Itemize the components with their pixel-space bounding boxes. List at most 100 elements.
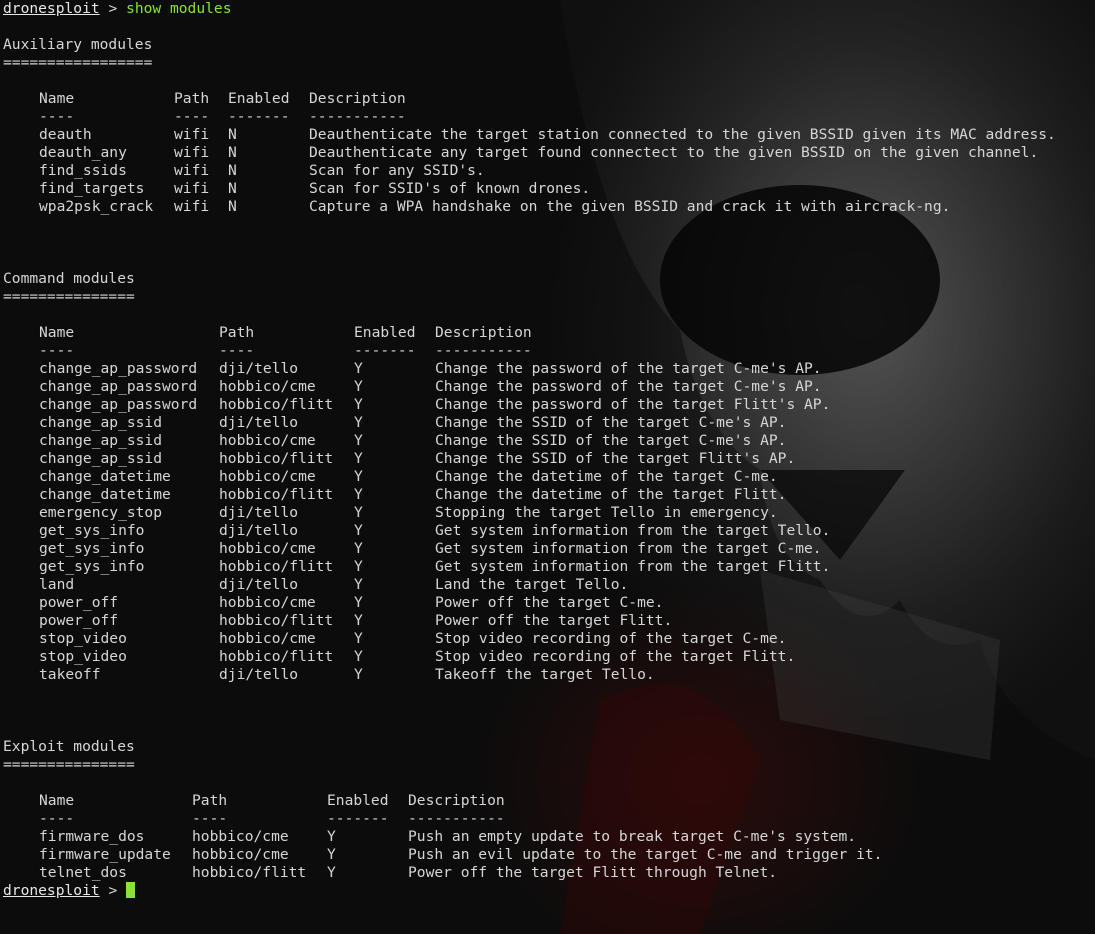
table-header: Name Path Enabled Description bbox=[3, 90, 1095, 108]
cell-description: Stop video recording of the target C-me. bbox=[435, 630, 787, 647]
cell-enabled: Y bbox=[327, 846, 336, 863]
cell-name: change_ap_password bbox=[39, 396, 198, 413]
cell-description: ----------- bbox=[435, 342, 532, 359]
cell-enabled: Y bbox=[354, 486, 363, 503]
table-header-rule: ---- ---- ------- ----------- bbox=[3, 810, 1095, 828]
cell-enabled: Y bbox=[354, 540, 363, 557]
prompt-name: dronesploit bbox=[3, 0, 100, 17]
cell-description: Description bbox=[309, 90, 406, 107]
cell-description: Get system information from the target T… bbox=[435, 522, 831, 539]
prompt-name: dronesploit bbox=[3, 882, 100, 899]
table-header: Name Path Enabled Description bbox=[3, 324, 1095, 342]
cell-name: firmware_update bbox=[39, 846, 171, 863]
table-row: firmware_dos hobbico/cme Y Push an empty up… bbox=[3, 828, 1095, 846]
table-header-rule: ---- ---- ------- ----------- bbox=[3, 108, 1095, 126]
table-row: land dji/tello Y Land the target Tello. bbox=[3, 576, 1095, 594]
cell-path: hobbico/flitt bbox=[219, 396, 334, 413]
cell-enabled: Y bbox=[354, 360, 363, 377]
cell-enabled: Y bbox=[354, 504, 363, 521]
cell-path: hobbico/flitt bbox=[219, 558, 334, 575]
cell-path: hobbico/flitt bbox=[192, 864, 307, 881]
cell-enabled: Y bbox=[327, 828, 336, 845]
cell-path: hobbico/flitt bbox=[219, 648, 334, 665]
cell-enabled: Y bbox=[354, 396, 363, 413]
table-row: telnet_dos hobbico/flitt Y Power off the ta… bbox=[3, 864, 1095, 882]
cell-enabled: Y bbox=[354, 648, 363, 665]
table-row: change_datetime hobbico/flitt Y Change the … bbox=[3, 486, 1095, 504]
cell-description: ----------- bbox=[309, 108, 406, 125]
cell-description: Stop video recording of the target Flitt… bbox=[435, 648, 796, 665]
cell-description: Takeoff the target Tello. bbox=[435, 666, 655, 683]
final-prompt-line[interactable]: dronesploit > bbox=[3, 882, 1095, 900]
section-underline: =============== bbox=[3, 756, 135, 773]
cell-description: Get system information from the target C… bbox=[435, 540, 822, 557]
section-underline: ================= bbox=[3, 54, 153, 71]
cell-enabled: Y bbox=[354, 576, 363, 593]
cell-description: Deauthenticate any target found connecte… bbox=[309, 144, 1039, 161]
table-row: power_off hobbico/flitt Y Power off the tar… bbox=[3, 612, 1095, 630]
cell-path: hobbico/cme bbox=[219, 432, 316, 449]
cell-enabled: N bbox=[228, 126, 237, 143]
cell-enabled: N bbox=[228, 144, 237, 161]
section-title: Exploit modules bbox=[3, 738, 135, 755]
table-row: change_ap_password hobbico/cme Y Change the… bbox=[3, 378, 1095, 396]
cell-path: Path bbox=[192, 792, 228, 809]
cell-name: firmware_dos bbox=[39, 828, 145, 845]
cell-name: wpa2psk_crack bbox=[39, 198, 154, 215]
cell-name: change_ap_password bbox=[39, 378, 198, 395]
cell-name: emergency_stop bbox=[39, 504, 163, 521]
cell-description: Power off the target Flitt. bbox=[435, 612, 673, 629]
cell-path: dji/tello bbox=[219, 414, 299, 431]
cell-description: Scan for any SSID's. bbox=[309, 162, 485, 179]
cell-name: change_ap_ssid bbox=[39, 414, 163, 431]
cell-enabled: Y bbox=[354, 630, 363, 647]
table-row: change_ap_ssid hobbico/cme Y Change the SSI… bbox=[3, 432, 1095, 450]
cell-path: wifi bbox=[174, 162, 210, 179]
section-title: Auxiliary modules bbox=[3, 36, 153, 53]
cell-description: Scan for SSID's of known drones. bbox=[309, 180, 591, 197]
module-sections: Auxiliary modules ================= Name Pa… bbox=[3, 36, 1095, 882]
cell-enabled: Y bbox=[354, 594, 363, 611]
terminal-window[interactable]: dronesploit > show modules Auxiliary mod… bbox=[0, 0, 1095, 934]
cell-enabled: Y bbox=[354, 666, 363, 683]
table-row: wpa2psk_crack wifi N Capture a WPA handshak… bbox=[3, 198, 1095, 216]
cell-description: Land the target Tello. bbox=[435, 576, 629, 593]
cell-description: Deauthenticate the target station connec… bbox=[309, 126, 1056, 143]
cell-path: dji/tello bbox=[219, 504, 299, 521]
cell-enabled: Enabled bbox=[327, 792, 389, 809]
cell-description: Change the SSID of the target C-me's AP. bbox=[435, 432, 787, 449]
cell-path: hobbico/cme bbox=[219, 630, 316, 647]
cell-enabled: Enabled bbox=[354, 324, 416, 341]
table-row: emergency_stop dji/tello Y Stopping the tar… bbox=[3, 504, 1095, 522]
table-header: Name Path Enabled Description bbox=[3, 792, 1095, 810]
cell-name: change_ap_ssid bbox=[39, 450, 163, 467]
table-row: stop_video hobbico/cme Y Stop video recordi… bbox=[3, 630, 1095, 648]
table-row: change_ap_password dji/tello Y Change the p… bbox=[3, 360, 1095, 378]
cell-path: hobbico/flitt bbox=[219, 612, 334, 629]
cell-path: wifi bbox=[174, 144, 210, 161]
table-row: power_off hobbico/cme Y Power off the targe… bbox=[3, 594, 1095, 612]
cell-name: land bbox=[39, 576, 75, 593]
table-row: get_sys_info hobbico/cme Y Get system infor… bbox=[3, 540, 1095, 558]
cell-description: Change the password of the target Flitt'… bbox=[435, 396, 831, 413]
cell-name: ---- bbox=[39, 108, 75, 125]
cell-enabled: Y bbox=[354, 432, 363, 449]
cell-description: Power off the target C-me. bbox=[435, 594, 664, 611]
table-row: get_sys_info hobbico/flitt Y Get system inf… bbox=[3, 558, 1095, 576]
cell-name: stop_video bbox=[39, 648, 127, 665]
text-cursor bbox=[126, 882, 136, 898]
cell-enabled: N bbox=[228, 180, 237, 197]
cell-path: dji/tello bbox=[219, 576, 299, 593]
cell-name: stop_video bbox=[39, 630, 127, 647]
cell-description: ----------- bbox=[408, 810, 505, 827]
cell-description: Change the SSID of the target C-me's AP. bbox=[435, 414, 787, 431]
cell-description: Change the password of the target C-me's… bbox=[435, 360, 822, 377]
cell-name: Name bbox=[39, 324, 75, 341]
entered-command: show modules bbox=[126, 0, 232, 17]
